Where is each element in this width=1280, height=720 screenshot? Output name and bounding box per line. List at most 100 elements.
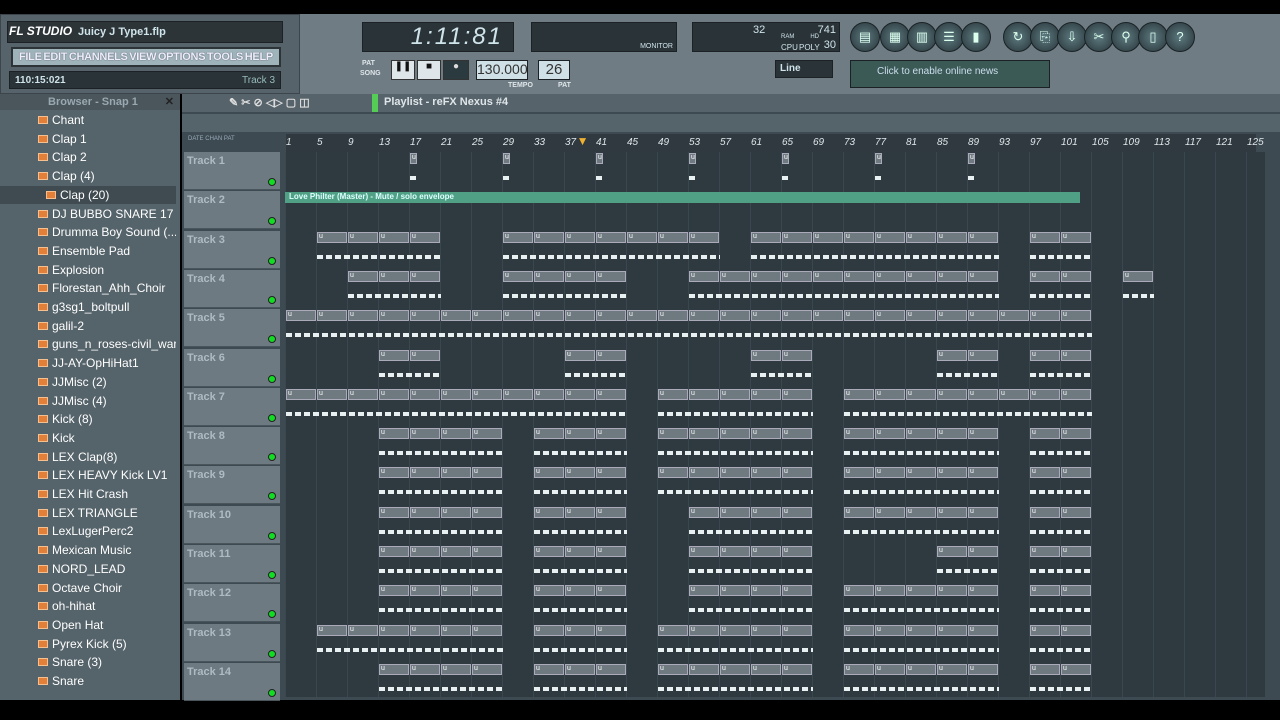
pattern-clip[interactable]: uu [1030,624,1092,661]
pattern-clip[interactable]: u [410,152,418,189]
pattern-clip[interactable]: uuu [534,506,627,543]
pattern-clip[interactable]: uuuu [317,231,441,268]
pattern-clip[interactable]: uuuuu [658,427,813,464]
track-header[interactable]: Track 3 [184,230,280,269]
pattern-clip[interactable]: u [689,152,697,189]
pattern-clip[interactable]: uuuuu [844,624,999,661]
track-header[interactable]: Track 11 [184,545,280,583]
automation-clip[interactable]: Love Philter (Master) - Mute / solo enve… [285,192,1080,203]
pattern-clip[interactable]: uu [937,349,999,386]
stop-button[interactable]: ■ [417,60,441,80]
track-header[interactable]: Track 6 [184,348,280,387]
undo-icon[interactable]: ↻ [1003,22,1033,52]
pattern-clip[interactable]: uuuuuuuu [844,388,1092,425]
pattern-clip[interactable]: uuuuuuuu [751,231,999,268]
browser-item[interactable]: oh-hihat [0,597,176,616]
track-header[interactable]: Track 13 [184,623,280,662]
track-enable-icon[interactable] [268,649,276,658]
pattern-clip[interactable]: uuuuuuu [503,231,720,268]
render-icon[interactable]: ⇩ [1057,22,1087,52]
view-pat[interactable]: PAT [224,136,235,142]
track-enable-icon[interactable] [268,295,276,304]
mixer-icon[interactable]: ▮ [961,22,991,52]
pattern-clip[interactable]: uuuuu [658,466,813,503]
browser-item[interactable]: Kick [0,429,176,448]
playlist-title[interactable]: Playlist - reFX Nexus #4 [384,96,508,108]
pattern-clip[interactable]: uuu [534,584,627,621]
browser-item[interactable]: Drumma Boy Sound (... [0,223,176,242]
pattern-clip[interactable]: uu [1030,545,1092,582]
browser-item[interactable]: LEX Hit Crash [0,485,176,504]
pattern-clip[interactable]: uuuuu [658,663,813,700]
pattern-clip[interactable]: uuuuu [658,624,813,661]
pattern-clip[interactable]: uuuuu [844,427,999,464]
pattern-clip[interactable]: u [1123,270,1154,307]
pattern-clip[interactable]: uuu [534,427,627,464]
pattern-clip[interactable]: uuuu [379,466,503,503]
record-button[interactable]: ● [443,60,469,80]
pattern-clip[interactable]: uuu [348,270,441,307]
pattern-clip[interactable]: uu [1030,349,1092,386]
pattern-clip[interactable]: uu [751,349,813,386]
browser-item[interactable]: Octave Choir [0,579,176,598]
track-header[interactable]: Track 12 [184,584,280,623]
close-icon[interactable]: ✕ [165,95,174,108]
browser-item[interactable]: g3sg1_boltpull [0,298,176,317]
timeline-ruler[interactable]: 1 5 9 13 17 21 25 29 33 37 41 45 49 53 57 61 65 69 73 77 81 8… [286,134,1264,152]
track-enable-icon[interactable] [268,531,276,540]
pattern-clip[interactable]: uuuu [689,584,813,621]
menu-channels[interactable]: CHANNELS [69,51,128,63]
piano-roll-icon[interactable]: ▥ [907,22,937,52]
browser-item[interactable]: Open Hat [0,616,176,635]
browser-item[interactable]: Kick (8) [0,410,176,429]
menu-tools[interactable]: TOOLS [207,51,244,63]
pattern-display[interactable]: 26 [538,60,570,80]
document-icon[interactable]: ▯ [1138,22,1168,52]
browser-item[interactable]: JJ-AY-OpHiHat1 [0,354,176,373]
pattern-clip[interactable]: uuuu [379,506,503,543]
browser-item[interactable]: Ensemble Pad [0,242,176,261]
pattern-clip[interactable]: uu [1030,270,1092,307]
help-icon[interactable]: ? [1165,22,1195,52]
pattern-clip[interactable]: uu [565,349,627,386]
track-enable-icon[interactable] [268,335,276,344]
pattern-clip[interactable]: uuu [534,624,627,661]
browser-item[interactable]: Snare (3) [0,653,176,672]
pattern-clip[interactable]: uuuu [689,506,813,543]
view-chan[interactable]: CHAN [205,136,222,142]
browser-item[interactable]: LEX TRIANGLE [0,504,176,523]
tempo-display[interactable]: 130.000 [476,60,528,80]
browser-item[interactable]: Clap (20) [0,185,176,205]
pattern-clip[interactable]: uuuu [379,663,503,700]
browser-item[interactable]: guns_n_roses-civil_war [0,335,176,354]
playlist-icon[interactable]: ▤ [850,22,880,52]
pattern-clip[interactable]: u [782,152,790,189]
track-enable-icon[interactable] [268,492,276,501]
pattern-clip[interactable]: u [968,152,976,189]
pattern-clip[interactable]: uu [1030,231,1092,268]
browser-item[interactable]: JJMisc (2) [0,373,176,392]
pattern-clip[interactable]: uuuu [689,545,813,582]
pattern-clip[interactable]: uuuuuuuuuu [689,270,999,307]
browser-item[interactable]: Clap 2 [0,148,176,167]
pattern-clip[interactable]: uuu [534,466,627,503]
track-header[interactable]: Track 9 [184,466,280,505]
mode-song-label[interactable]: SONG [360,70,381,77]
menu-view[interactable]: VIEW [129,51,156,63]
track-enable-icon[interactable] [268,453,276,462]
save-icon[interactable]: ⎘ [1030,22,1060,52]
track-enable-icon[interactable] [268,256,276,265]
track-enable-icon[interactable] [268,178,276,186]
browser-item[interactable]: JJMisc (4) [0,392,176,411]
browser-item[interactable]: Chant [0,111,176,130]
track-enable-icon[interactable] [268,374,276,383]
menu-edit[interactable]: EDIT [43,51,67,63]
track-header[interactable]: Track 8 [184,427,280,466]
pattern-clip[interactable]: uu [1030,584,1092,621]
browser-item[interactable]: galil-2 [0,317,176,336]
pattern-clip[interactable]: uu [1030,427,1092,464]
pattern-clip[interactable]: uuuuu [844,663,999,700]
pattern-clip[interactable]: uuuuuuuuuuu [286,388,627,425]
pattern-clip[interactable]: uu [937,545,999,582]
pattern-clip[interactable]: uuuu [379,584,503,621]
